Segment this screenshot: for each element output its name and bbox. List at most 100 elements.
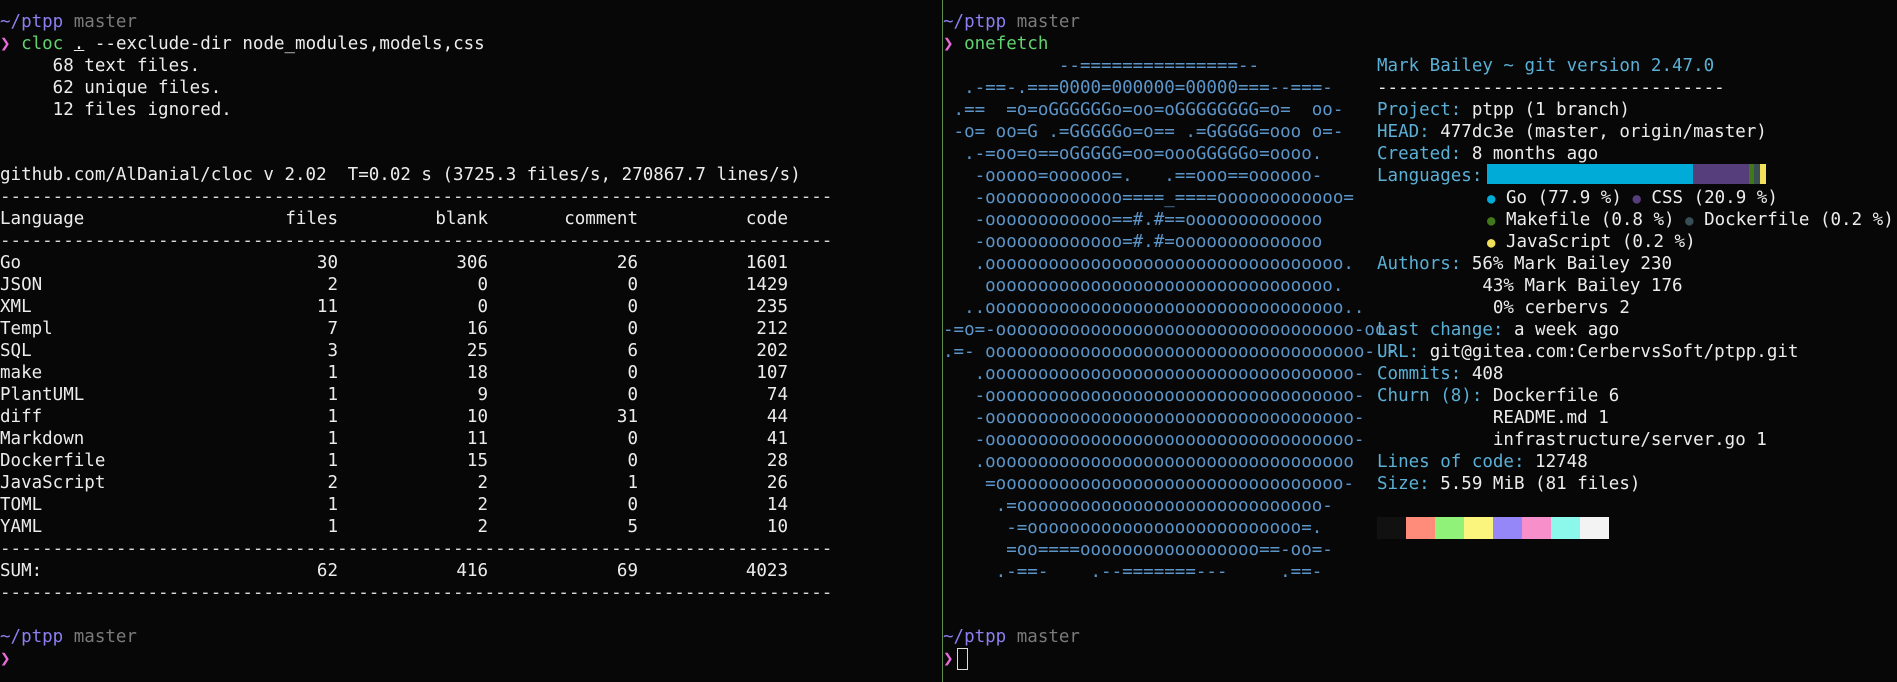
input-line[interactable]: ❯	[0, 648, 11, 670]
ascii-line: -ooooo=oooooo=. .==ooo==oooooo-	[943, 166, 1323, 186]
field-value: git@gitea.com:CerbervsSoft/ptpp.git	[1419, 342, 1799, 362]
cell-lang: TOML	[0, 495, 43, 515]
ascii-line: -ooooooooooooooooooooooooooooooooooo-	[943, 386, 1365, 406]
cell-code: 44	[766, 407, 788, 427]
repo-title: Mark Bailey ~ git version 2.47.0	[1377, 56, 1715, 76]
cell-blank: 10	[466, 407, 488, 427]
cell-blank: 18	[466, 363, 488, 383]
cell-lang: SQL	[0, 341, 32, 361]
cell-comment: 0	[627, 275, 638, 295]
ascii-line: .ooooooooooooooooooooooooooooooooooo-	[943, 364, 1365, 384]
field-key: Commits:	[1377, 364, 1462, 384]
prompt-arrow-icon: ❯	[0, 649, 11, 669]
lang-dockerfile-label: Dockerfile (0.2 %)	[1704, 210, 1894, 230]
table-row: Templ 7 16 0 212	[0, 318, 788, 340]
cell-files: 1	[327, 495, 338, 515]
ascii-line: .-==- .--=======--- .==-	[943, 562, 1323, 582]
css-dot-icon: ●	[1632, 191, 1641, 207]
cell-blank: 2	[477, 473, 488, 493]
table-row: YAML 1 2 5 10	[0, 516, 788, 538]
cell-comment: 0	[627, 451, 638, 471]
prompt-dir: ~/ptpp	[943, 627, 1007, 647]
right-terminal-pane[interactable]: ~/ptpp master ❯ onefetch --=============…	[943, 0, 1897, 682]
cell-code: 1429	[745, 275, 788, 295]
field-value: 8 months ago	[1461, 144, 1599, 164]
cell-code: 1601	[745, 253, 788, 273]
field-key: URL:	[1377, 342, 1420, 362]
cell-code: 28	[766, 451, 788, 471]
cell-lang: Go	[0, 253, 22, 273]
cell-code: 107	[756, 363, 788, 383]
field-key: Languages:	[1377, 166, 1483, 186]
field-key: Lines of code:	[1377, 452, 1525, 472]
cell-comment: 0	[627, 363, 638, 383]
cell-lang: Templ	[0, 319, 53, 339]
ascii-logo: --===============-- .-==-.===0000=000000…	[943, 0, 1396, 600]
ascii-line: =oo====ooooooooooooooooo==-oo=-	[943, 540, 1333, 560]
separator: ----------------------------------------…	[0, 539, 833, 559]
cell-comment: 6	[627, 341, 638, 361]
ascii-line: .oooooooooooooooooooooooooooooooooo.	[943, 254, 1354, 274]
cell-blank: 306	[456, 253, 488, 273]
cell-files: 1	[327, 429, 338, 449]
table-row: make 1 18 0 107	[0, 362, 788, 384]
cell-lang: Dockerfile	[0, 451, 106, 471]
cell-files: 1	[327, 363, 338, 383]
field-value: a week ago	[1503, 320, 1620, 340]
field-size: Size: 5.59 MiB (81 files)	[1377, 473, 1640, 495]
field-churn-cont: infrastructure/server.go 1	[1377, 430, 1767, 450]
ascii-line: ..oooooooooooooooooooooooooooooooooo..	[943, 298, 1365, 318]
lang-css-label: CSS (20.9 %)	[1651, 188, 1778, 208]
command-line: ❯ cloc . --exclude-dir node_modules,mode…	[0, 33, 485, 55]
left-terminal-pane[interactable]: ~/ptpp master ❯ cloc . --exclude-dir nod…	[0, 0, 942, 682]
sum-blank: 416	[456, 561, 488, 581]
prompt-branch: master	[63, 627, 137, 647]
cell-files: 3	[327, 341, 338, 361]
dockerfile-dot-icon: ●	[1685, 213, 1694, 229]
ascii-line: .=ooooooooooooooooooooooooooooo-	[943, 496, 1333, 516]
palette-swatch	[1522, 517, 1551, 539]
field-key: Authors:	[1377, 254, 1462, 274]
ascii-line: ooooooooooooooooooooooooooooooooo.	[943, 276, 1344, 296]
cell-comment: 0	[627, 385, 638, 405]
field-last-change: Last change: a week ago	[1377, 319, 1619, 341]
field-key: Last change:	[1377, 320, 1504, 340]
cell-blank: 0	[477, 275, 488, 295]
field-authors-cont: 43% Mark Bailey 176	[1377, 276, 1683, 296]
summary-line: 68 text files.	[0, 56, 201, 76]
cell-files: 1	[327, 517, 338, 537]
ascii-line: .=- oooooooooooooooooooooooooooooooooooo…	[943, 342, 1397, 362]
ascii-line: -=o=-oooooooooooooooooooooooooooooooooo-…	[943, 320, 1397, 340]
language-legend-row: ● JavaScript (0.2 %)	[1487, 231, 1696, 253]
palette-swatch	[1435, 517, 1464, 539]
prompt-line: ~/ptpp master	[943, 626, 1080, 648]
onefetch-info: Mark Bailey ~ git version 2.47.0 -------…	[1377, 0, 1897, 600]
cell-files: 1	[327, 451, 338, 471]
field-value: 56% Mark Bailey 230	[1461, 254, 1673, 274]
field-value: 408	[1461, 364, 1504, 384]
table-row: TOML 1 2 0 14	[0, 494, 788, 516]
col-comment: comment	[564, 209, 638, 229]
ascii-line: -ooooooooooooooooooooooooooooooooooo-	[943, 430, 1365, 450]
prompt-arrow-icon: ❯	[0, 34, 11, 54]
cloc-version-line: github.com/AlDanial/cloc v 2.02 T=0.02 s…	[0, 165, 801, 185]
language-bar-segment-css	[1693, 164, 1749, 184]
field-commits: Commits: 408	[1377, 363, 1503, 385]
ascii-line: -ooooooooooooooooooooooooooooooooooo-	[943, 408, 1365, 428]
col-code: code	[745, 209, 788, 229]
prompt-dir: ~/ptpp	[0, 627, 64, 647]
table-sum-row: SUM: 62 416 69 4023	[0, 560, 788, 582]
field-languages: Languages:	[1377, 165, 1482, 187]
cell-lang: XML	[0, 297, 32, 317]
cell-code: 212	[756, 319, 788, 339]
cell-comment: 0	[627, 297, 638, 317]
field-key: HEAD:	[1377, 122, 1430, 142]
cell-comment: 0	[627, 495, 638, 515]
cell-files: 11	[316, 297, 338, 317]
input-line[interactable]: ❯	[943, 648, 968, 670]
cell-blank: 11	[466, 429, 488, 449]
cell-code: 41	[766, 429, 788, 449]
sum-files: 62	[316, 561, 338, 581]
field-value: 477dc3e (master, origin/master)	[1429, 122, 1767, 142]
ascii-line: -oooooooooooo==#.#==ooooooooooooo	[943, 210, 1323, 230]
